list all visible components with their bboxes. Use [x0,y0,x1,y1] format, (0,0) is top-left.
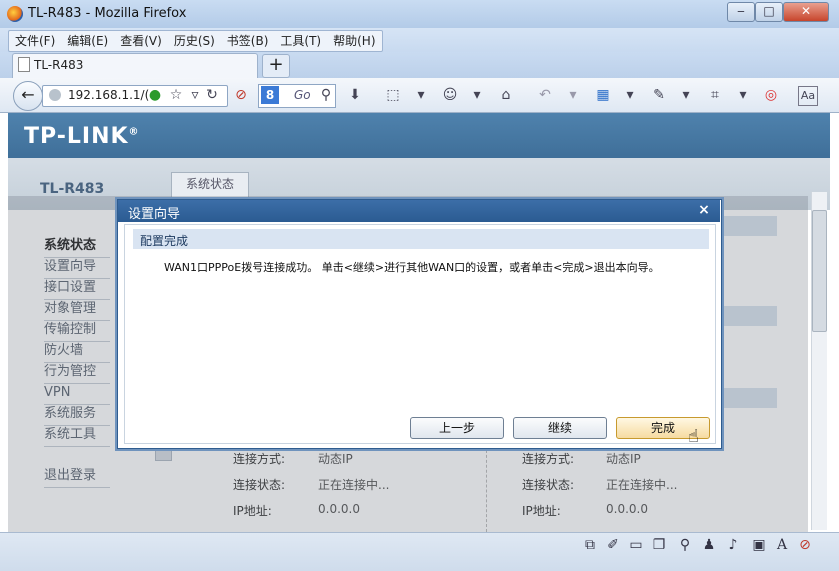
adblock-icon[interactable]: ⊘ [232,86,250,104]
weibo-icon[interactable]: ◎ [762,86,780,104]
search-magnifier-icon[interactable]: ⚲ [317,86,335,104]
window-title: TL-R483 - Mozilla Firefox [28,6,187,21]
menu-edit[interactable]: 编辑(E) [61,31,114,51]
dialog-body [124,224,716,444]
firefox-icon [7,6,23,22]
site-identity-icon[interactable] [49,89,61,101]
mouse-gesture-icon[interactable]: ✎ [650,86,668,104]
emoji-icon[interactable]: ☺ [441,86,459,104]
page-scrollbar-thumb[interactable] [812,210,827,332]
maximize-button[interactable]: □ [755,2,783,22]
hand-cursor-icon: ☝ [688,426,699,447]
font-icon[interactable]: A [773,536,791,554]
menu-help[interactable]: 帮助(H) [327,31,381,51]
gesture-menu-icon[interactable]: ▾ [677,86,695,104]
go-icon[interactable]: ● [146,86,164,104]
camera-icon[interactable]: ▣ [750,536,768,554]
menu-file[interactable]: 文件(F) [9,31,61,51]
dialog-close-icon[interactable]: × [696,202,712,218]
reload-icon[interactable]: ↻ [203,86,221,104]
page-icon [18,57,30,72]
url-text: 192.168.1.1/( [68,88,150,102]
search-engine-icon[interactable]: 8 [261,86,279,104]
tab-system-status[interactable]: 系统状态 [171,172,249,197]
menu-tools[interactable]: 工具(T) [274,31,327,51]
undo-menu-icon[interactable]: ▾ [564,86,582,104]
new-tab-button[interactable]: + [262,54,290,78]
tab-label: TL-R483 [34,58,84,72]
screenshot-menu-icon[interactable]: ▾ [412,86,430,104]
apps-icon[interactable]: ▦ [594,86,612,104]
prev-step-button[interactable]: 上一步 [410,417,504,439]
adblock-status-icon[interactable]: ⊘ [796,536,814,554]
windows-icon[interactable]: ❐ [650,536,668,554]
download-icon[interactable]: ⬇ [346,86,364,104]
close-window-button[interactable]: ✕ [783,2,829,22]
dropdown-icon[interactable]: ▿ [186,86,204,104]
continue-button[interactable]: 继续 [513,417,607,439]
home-icon[interactable]: ⌂ [497,86,515,104]
window-icon[interactable]: ▭ [627,536,645,554]
dialog-heading-bar [133,229,709,249]
bookmark-star-icon[interactable]: ☆ [167,86,185,104]
search-go-label[interactable]: Go [294,88,311,102]
apps-menu-icon[interactable]: ▾ [621,86,639,104]
reader-icon[interactable]: Aa [798,86,818,106]
menu-bookmarks[interactable]: 书签(B) [221,31,275,51]
dialog-titlebar [118,200,720,222]
screenshot-icon[interactable]: ⬚ [384,86,402,104]
search-icon[interactable]: ⚲ [676,536,694,554]
undo-icon[interactable]: ↶ [536,86,554,104]
dialog-message: WAN1口PPPoE拨号连接成功。 单击<继续>进行其他WAN口的设置，或者单击… [164,261,660,274]
minimize-button[interactable]: ‒ [727,2,755,22]
menu-view[interactable]: 查看(V) [114,31,168,51]
brush-icon[interactable]: ✐ [604,536,622,554]
tp-link-logo: TP-LINK® [24,124,140,149]
dialog-heading: 配置完成 [140,234,189,248]
emoji-menu-icon[interactable]: ▾ [468,86,486,104]
menu-history[interactable]: 历史(S) [168,31,221,51]
popup-icon[interactable]: ⧉ [581,536,599,554]
shirt-icon[interactable]: ♟ [700,536,718,554]
model-name: TL-R483 [40,181,105,197]
dialog-title: 设置向导 [128,207,181,222]
back-button[interactable]: ← [13,81,43,111]
crop-menu-icon[interactable]: ▾ [734,86,752,104]
crop-icon[interactable]: ⌗ [706,86,724,104]
sound-icon[interactable]: ♪ [724,536,742,554]
menu-list: 文件(F) 编辑(E) 查看(V) 历史(S) 书签(B) 工具(T) 帮助(H… [8,30,383,52]
